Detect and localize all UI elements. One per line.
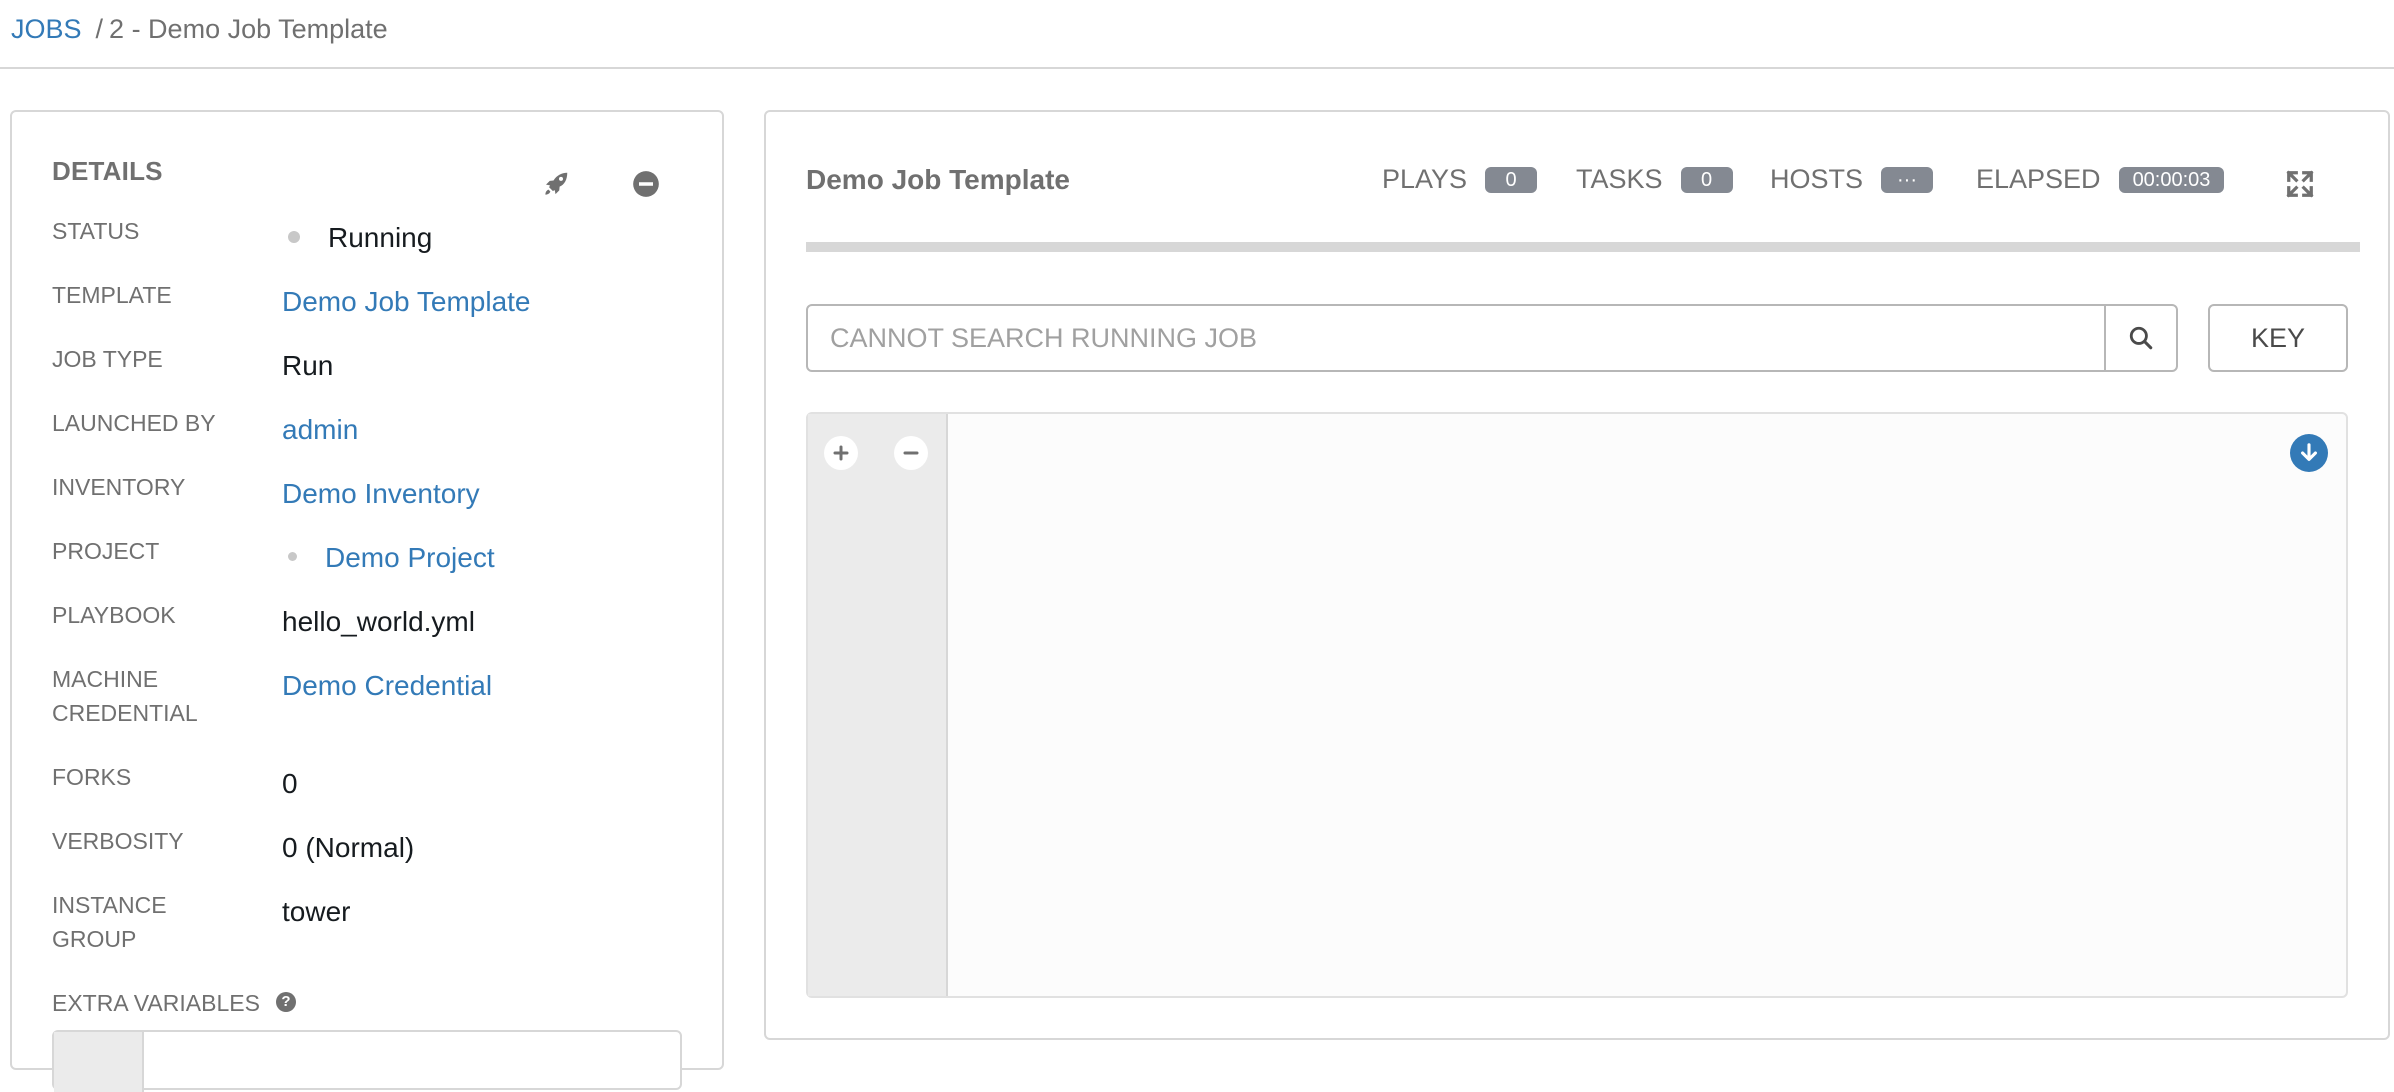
job-output-panel: Demo Job Template PLAYS 0 TASKS 0 HOSTS … xyxy=(764,110,2390,1040)
status-text: Running xyxy=(328,222,433,253)
arrow-down-icon xyxy=(2301,443,2317,461)
machine-credential-label-line1: MACHINE xyxy=(52,666,159,692)
scroll-to-bottom-button[interactable] xyxy=(2290,434,2328,472)
template-link[interactable]: Demo Job Template xyxy=(282,284,531,320)
extra-variables-label-text: EXTRA VARIABLES xyxy=(52,990,260,1016)
machine-credential-link[interactable]: Demo Credential xyxy=(282,668,492,704)
breadcrumb: JOBS /2 - Demo Job Template xyxy=(11,12,388,46)
inventory-link[interactable]: Demo Inventory xyxy=(282,476,480,512)
playbook-value: hello_world.yml xyxy=(282,606,475,637)
extra-variables-label: EXTRA VARIABLES? xyxy=(52,986,352,1020)
search-icon xyxy=(2129,326,2153,350)
forks-value: 0 xyxy=(282,768,298,799)
project-label: PROJECT xyxy=(52,538,160,564)
details-title: DETAILS xyxy=(52,156,163,186)
machine-credential-label: MACHINE CREDENTIAL xyxy=(52,662,272,730)
project-value: Demo Project xyxy=(282,540,495,576)
plays-stat: PLAYS 0 xyxy=(1382,164,1538,195)
plus-icon xyxy=(833,445,849,461)
tasks-stat: TASKS 0 xyxy=(1576,164,1733,195)
breadcrumb-current: 2 - Demo Job Template xyxy=(109,14,388,44)
extra-variables-gutter xyxy=(54,1032,144,1092)
extra-variables-editor[interactable] xyxy=(52,1030,682,1092)
help-icon[interactable]: ? xyxy=(275,991,296,1012)
verbosity-label: VERBOSITY xyxy=(52,828,184,854)
plays-count-badge: 0 xyxy=(1485,166,1538,193)
fullscreen-expand-icon[interactable] xyxy=(2282,166,2318,202)
job-output-area[interactable] xyxy=(806,412,2348,998)
template-label: TEMPLATE xyxy=(52,282,172,308)
output-gutter xyxy=(808,414,948,996)
launched-by-label: LAUNCHED BY xyxy=(52,410,216,436)
search-button[interactable] xyxy=(2104,306,2176,370)
instance-group-label-line1: INSTANCE xyxy=(52,892,167,918)
instance-group-label: INSTANCE GROUP xyxy=(52,888,272,956)
relaunch-rocket-icon[interactable] xyxy=(536,164,576,204)
breadcrumb-separator: / xyxy=(95,14,104,44)
plays-label: PLAYS xyxy=(1382,164,1468,194)
elapsed-stat: ELAPSED 00:00:03 xyxy=(1976,164,2225,195)
tasks-count-badge: 0 xyxy=(1680,166,1733,193)
breadcrumb-jobs-link[interactable]: JOBS xyxy=(11,14,82,44)
breadcrumb-bar: JOBS /2 - Demo Job Template xyxy=(0,0,2394,69)
collapse-all-button[interactable] xyxy=(894,436,928,470)
inventory-label: INVENTORY xyxy=(52,474,186,500)
launched-by-link[interactable]: admin xyxy=(282,412,358,448)
elapsed-time-badge: 00:00:03 xyxy=(2118,166,2225,193)
verbosity-value: 0 (Normal) xyxy=(282,832,415,863)
expand-all-button[interactable] xyxy=(824,436,858,470)
machine-credential-label-line2: CREDENTIAL xyxy=(52,700,198,726)
status-dot-icon xyxy=(288,230,300,243)
hosts-stat: HOSTS ··· xyxy=(1770,164,1934,195)
job-progress-bar xyxy=(806,242,2360,252)
project-status-dot-icon xyxy=(288,552,297,562)
minus-icon xyxy=(903,451,919,455)
output-title: Demo Job Template xyxy=(806,164,1070,195)
status-value: Running xyxy=(282,220,432,256)
details-panel: DETAILS STATUS Running TEMPLATE Demo Job… xyxy=(10,110,724,1092)
hosts-label: HOSTS xyxy=(1770,164,1864,194)
cancel-job-icon[interactable] xyxy=(626,164,666,204)
hosts-count-badge: ··· xyxy=(1881,166,1934,193)
tasks-label: TASKS xyxy=(1576,164,1663,194)
playbook-label: PLAYBOOK xyxy=(52,602,176,628)
status-label: STATUS xyxy=(52,218,140,244)
job-type-value: Run xyxy=(282,350,334,381)
search-box xyxy=(806,304,2178,372)
forks-label: FORKS xyxy=(52,764,132,790)
instance-group-value: tower xyxy=(282,896,351,927)
search-input[interactable] xyxy=(808,306,2098,370)
job-type-label: JOB TYPE xyxy=(52,346,163,372)
instance-group-label-line2: GROUP xyxy=(52,926,137,952)
key-button[interactable]: KEY xyxy=(2208,304,2348,372)
project-link[interactable]: Demo Project xyxy=(325,542,495,573)
elapsed-label: ELAPSED xyxy=(1976,164,2101,194)
